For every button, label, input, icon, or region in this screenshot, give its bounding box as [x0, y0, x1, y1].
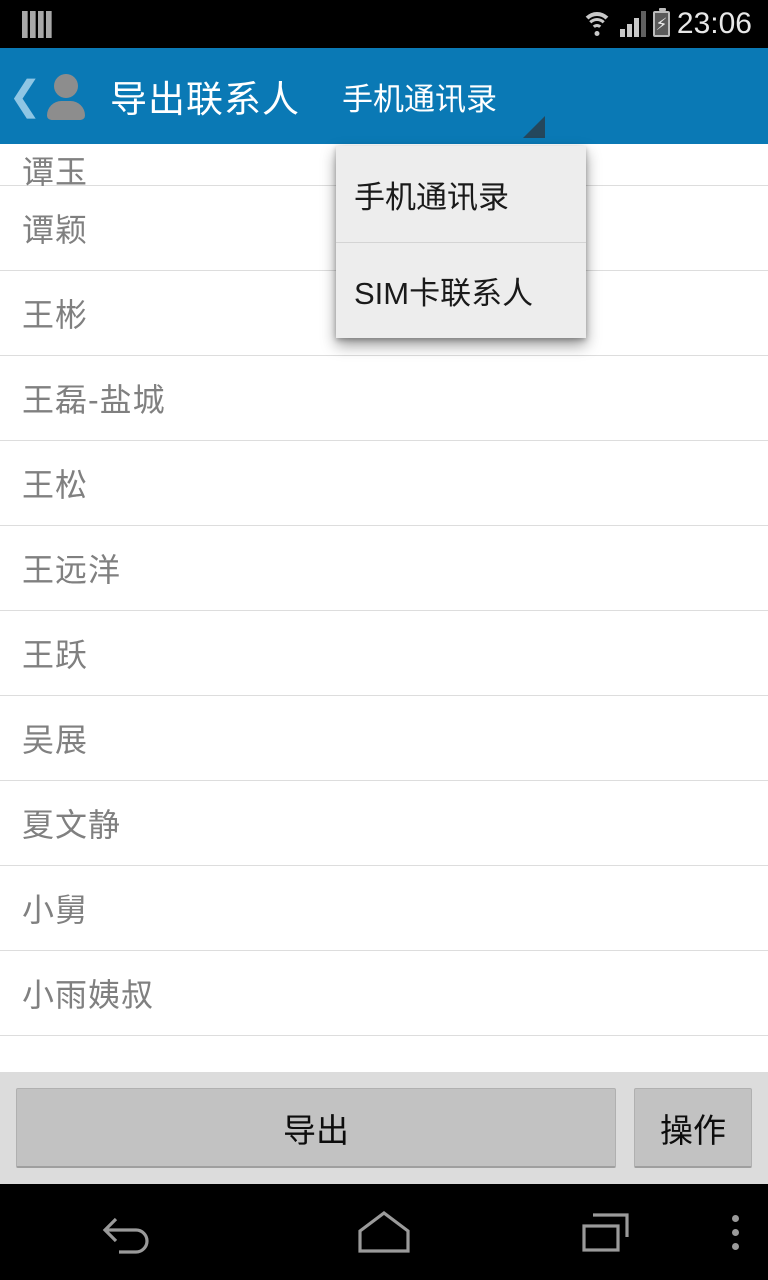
contact-name: 王彬 [0, 290, 88, 336]
spinner-selected-label: 手机通讯录 [342, 74, 497, 119]
account-source-spinner[interactable]: 手机通讯录 [342, 48, 497, 144]
status-bar: ⚡ 23:06 [0, 0, 768, 48]
nav-back-icon[interactable] [0, 1184, 256, 1280]
export-button[interactable]: 导出 [16, 1088, 616, 1168]
contact-row[interactable]: 小雨姨叔 [0, 951, 768, 1036]
account-source-dropdown-menu[interactable]: 手机通讯录SIM卡联系人 [336, 146, 586, 338]
nav-overflow-icon[interactable] [702, 1184, 768, 1280]
contact-name: 夏文静 [0, 800, 121, 846]
contact-row[interactable]: 王跃 [0, 611, 768, 696]
nav-home-icon[interactable] [256, 1184, 512, 1280]
battery-charging-icon: ⚡ [653, 11, 670, 37]
contact-name: 小雨姨叔 [0, 970, 154, 1016]
contact-row[interactable]: 王远洋 [0, 526, 768, 611]
contact-name: 谭颖 [0, 205, 88, 251]
contact-name: 小舅 [0, 885, 88, 931]
wifi-icon [581, 12, 613, 36]
contact-name: 王远洋 [0, 545, 121, 591]
android-navigation-bar [0, 1184, 768, 1280]
dropdown-item[interactable]: SIM卡联系人 [336, 242, 586, 338]
cellular-signal-icon [620, 11, 646, 37]
phone-screen: ⚡ 23:06 ❮ 导出联系人 手机通讯录 谭玉谭颖王彬王磊-盐城王松王远洋王跃… [0, 0, 768, 1280]
contact-row[interactable]: 王磊-盐城 [0, 356, 768, 441]
sim-bars-icon [22, 10, 52, 38]
operate-button[interactable]: 操作 [634, 1088, 752, 1168]
bottom-action-bar: 导出 操作 [0, 1072, 768, 1184]
dropdown-triangle-icon [523, 116, 545, 138]
contact-name: 吴展 [0, 715, 88, 761]
page-title: 导出联系人 [110, 69, 300, 123]
dropdown-item[interactable]: 手机通讯录 [336, 146, 586, 242]
status-bar-notifications [0, 0, 52, 48]
contact-row[interactable]: 王松 [0, 441, 768, 526]
nav-recents-icon[interactable] [512, 1184, 702, 1280]
status-bar-clock: 23:06 [677, 7, 752, 41]
contact-name: 王磊-盐城 [0, 375, 166, 421]
contact-row[interactable]: 夏文静 [0, 781, 768, 866]
action-bar: ❮ 导出联系人 手机通讯录 [0, 48, 768, 144]
contact-name: 王跃 [0, 630, 88, 676]
contact-row[interactable]: 吴展 [0, 696, 768, 781]
back-chevron-icon[interactable]: ❮ [8, 76, 42, 116]
contact-name: 王松 [0, 460, 88, 506]
contact-row[interactable]: 小舅 [0, 866, 768, 951]
contact-person-icon [44, 74, 88, 118]
status-bar-system-icons: ⚡ 23:06 [581, 0, 768, 48]
